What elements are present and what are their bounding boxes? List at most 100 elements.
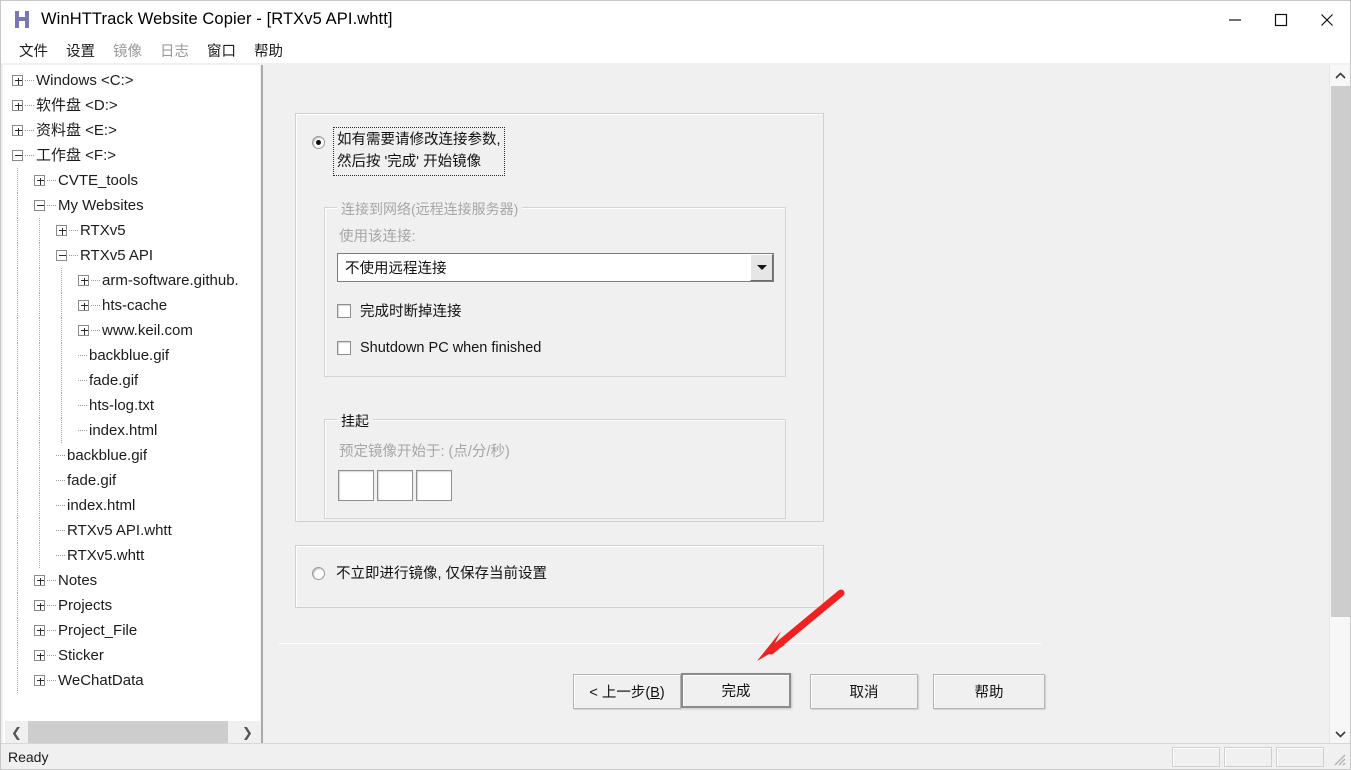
tree-guide-line <box>17 243 18 268</box>
schedule-second-input[interactable] <box>416 470 452 501</box>
tree-horizontal-scrollbar[interactable]: ❮ ❯ <box>5 721 259 744</box>
expand-icon[interactable] <box>56 225 67 236</box>
mirror-now-radio[interactable] <box>312 136 325 149</box>
status-bar: Ready <box>1 743 1350 769</box>
chevron-up-icon[interactable] <box>1330 65 1350 86</box>
tree-guide-line <box>61 343 62 368</box>
tree-node[interactable]: index.html <box>4 493 260 518</box>
tree-node-label: Notes <box>58 572 98 589</box>
tree-node-label: WeChatData <box>58 672 144 689</box>
tree-node[interactable]: arm-software.github. <box>4 268 260 293</box>
tree-node[interactable]: 资料盘 <E:> <box>4 118 260 143</box>
menu-settings[interactable]: 设置 <box>57 38 104 63</box>
disconnect-when-finished-row[interactable]: 完成时断掉连接 <box>337 300 462 321</box>
tree-guide-line <box>17 618 18 643</box>
schedule-minute-input[interactable] <box>377 470 413 501</box>
tree-node[interactable]: index.html <box>4 418 260 443</box>
tree-guide-line <box>39 443 40 468</box>
collapse-icon[interactable] <box>56 250 67 261</box>
back-button[interactable]: < 上一步(B) <box>573 674 681 709</box>
tree-node[interactable]: CVTE_tools <box>4 168 260 193</box>
tree-guide-line <box>61 293 62 318</box>
tree-node[interactable]: hts-cache <box>4 293 260 318</box>
tree-node-label: backblue.gif <box>67 447 148 464</box>
folder-tree[interactable]: Windows <C:> 软件盘 <D:> 资料盘 <E:> 工作盘 <F:> CVTE… <box>4 66 260 721</box>
expand-icon[interactable] <box>34 625 45 636</box>
tree-node[interactable]: backblue.gif <box>4 443 260 468</box>
tree-leaf-connector <box>56 505 65 506</box>
schedule-hour-input[interactable] <box>338 470 374 501</box>
tree-node[interactable]: RTXv5 API.whtt <box>4 518 260 543</box>
chevron-right-icon[interactable]: ❯ <box>236 721 259 744</box>
collapse-icon[interactable] <box>12 150 23 161</box>
chevron-left-icon[interactable]: ❮ <box>5 721 28 744</box>
tree-guide-line <box>39 268 40 293</box>
tree-hscroll-thumb[interactable] <box>28 721 228 744</box>
save-only-radio-row[interactable]: 不立即进行镜像, 仅保存当前设置 <box>312 566 547 585</box>
cancel-button[interactable]: 取消 <box>810 674 918 709</box>
tree-connector <box>25 80 34 81</box>
menu-help[interactable]: 帮助 <box>245 38 292 63</box>
tree-node[interactable]: 工作盘 <F:> <box>4 143 260 168</box>
tree-node[interactable]: RTXv5 API <box>4 243 260 268</box>
expand-icon[interactable] <box>34 600 45 611</box>
collapse-icon[interactable] <box>34 200 45 211</box>
tree-node[interactable]: www.keil.com <box>4 318 260 343</box>
expand-icon[interactable] <box>34 650 45 661</box>
chevron-down-icon[interactable] <box>1330 723 1350 744</box>
tree-hscroll-track[interactable] <box>28 721 236 744</box>
shutdown-pc-checkbox[interactable] <box>337 341 351 355</box>
status-panels <box>1172 747 1324 767</box>
tree-node[interactable]: WeChatData <box>4 668 260 693</box>
expand-icon[interactable] <box>34 175 45 186</box>
expand-icon[interactable] <box>12 75 23 86</box>
expand-icon[interactable] <box>78 275 89 286</box>
expand-icon[interactable] <box>12 125 23 136</box>
tree-guide-line <box>17 293 18 318</box>
connection-combobox[interactable]: 不使用远程连接 <box>337 253 774 282</box>
disconnect-when-finished-checkbox[interactable] <box>337 303 351 318</box>
tree-node[interactable]: fade.gif <box>4 468 260 493</box>
tree-guide-line <box>17 468 18 493</box>
mirror-now-radio-row[interactable]: 如有需要请修改连接参数, 然后按 '完成' 开始镜像 <box>312 127 505 176</box>
tree-node-label: 工作盘 <F:> <box>36 147 117 164</box>
maximize-icon[interactable] <box>1258 1 1304 38</box>
network-groupbox: 连接到网络(远程连接服务器) 使用该连接: 不使用远程连接 完成时断掉连接 Sh… <box>324 199 786 377</box>
expand-icon[interactable] <box>78 300 89 311</box>
help-button[interactable]: 帮助 <box>933 674 1045 709</box>
expand-icon[interactable] <box>12 100 23 111</box>
tree-node[interactable]: My Websites <box>4 193 260 218</box>
tree-node-label: CVTE_tools <box>58 172 139 189</box>
expand-icon[interactable] <box>34 675 45 686</box>
tree-node[interactable]: backblue.gif <box>4 343 260 368</box>
tree-node[interactable]: Windows <C:> <box>4 68 260 93</box>
menu-file[interactable]: 文件 <box>10 38 57 63</box>
tree-connector <box>47 205 56 206</box>
finish-button[interactable]: 完成 <box>681 673 791 708</box>
tree-node[interactable]: Sticker <box>4 643 260 668</box>
expand-icon[interactable] <box>78 325 89 336</box>
resize-grip-icon[interactable] <box>1331 751 1347 767</box>
tree-leaf-connector <box>78 430 87 431</box>
menu-window[interactable]: 窗口 <box>198 38 245 63</box>
tree-guide-line <box>39 218 40 243</box>
tree-node[interactable]: RTXv5 <box>4 218 260 243</box>
tree-node[interactable]: 软件盘 <D:> <box>4 93 260 118</box>
main-vertical-scrollbar[interactable] <box>1329 65 1350 744</box>
tree-node-label: index.html <box>89 422 158 439</box>
expand-icon[interactable] <box>34 575 45 586</box>
save-only-option-panel[interactable]: 不立即进行镜像, 仅保存当前设置 <box>295 545 824 608</box>
tree-node[interactable]: Project_File <box>4 618 260 643</box>
tree-node[interactable]: Projects <box>4 593 260 618</box>
tree-node[interactable]: hts-log.txt <box>4 393 260 418</box>
save-only-radio[interactable] <box>312 567 325 580</box>
tree-node[interactable]: RTXv5.whtt <box>4 543 260 568</box>
close-icon[interactable] <box>1304 1 1350 38</box>
minimize-icon[interactable] <box>1212 1 1258 38</box>
tree-guide-line <box>17 268 18 293</box>
chevron-down-icon[interactable] <box>750 254 773 281</box>
main-vscroll-thumb[interactable] <box>1331 86 1350 617</box>
tree-node[interactable]: Notes <box>4 568 260 593</box>
tree-node[interactable]: fade.gif <box>4 368 260 393</box>
shutdown-pc-row[interactable]: Shutdown PC when finished <box>337 340 541 356</box>
